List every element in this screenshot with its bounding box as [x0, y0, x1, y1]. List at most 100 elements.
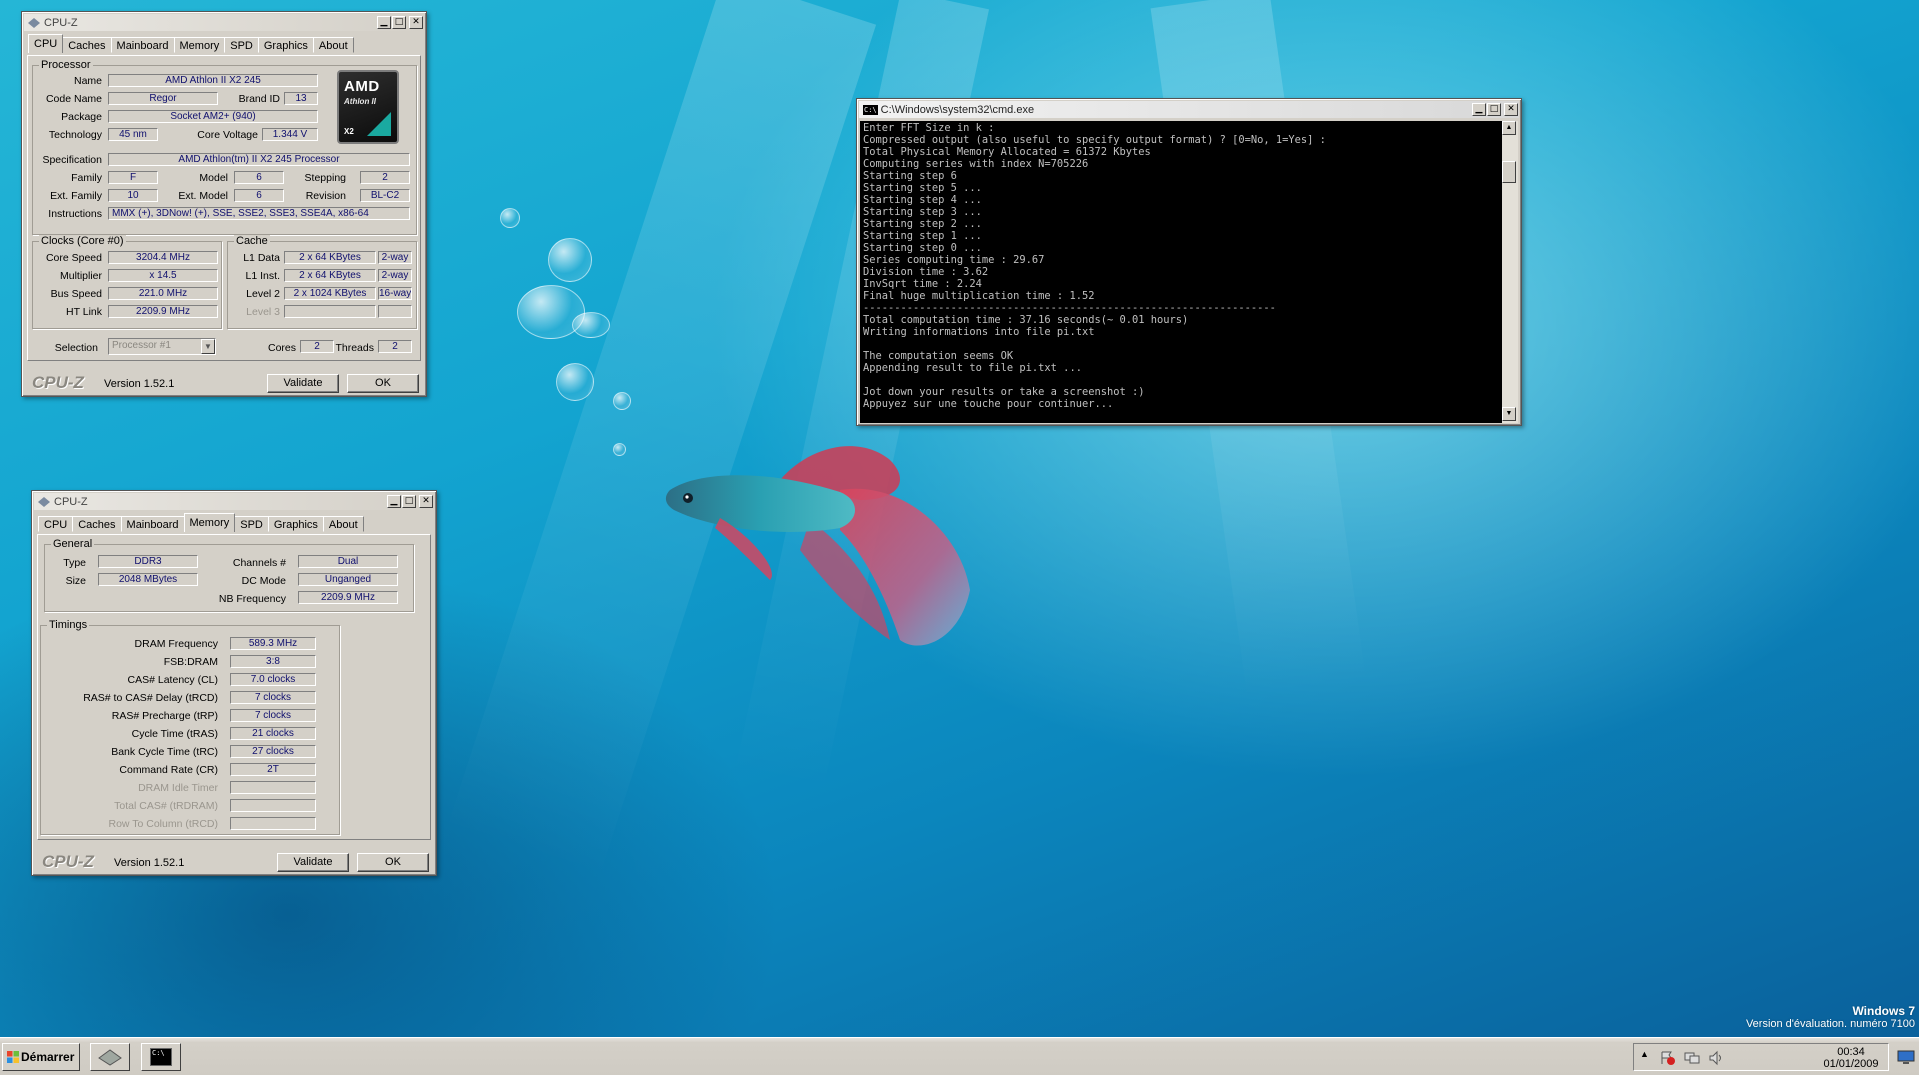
network-icon[interactable]: [1684, 1050, 1700, 1066]
tab-graphics[interactable]: Graphics: [267, 516, 324, 532]
instructions-value: MMX (+), 3DNow! (+), SSE, SSE2, SSE3, SS…: [108, 207, 410, 220]
timing-label: RAS# Precharge (tRP): [111, 710, 218, 722]
maximize-button[interactable]: □: [392, 16, 406, 29]
cmd-titlebar[interactable]: C:\ C:\Windows\system32\cmd.exe ▁ □ ✕: [859, 101, 1519, 118]
tab-cpu[interactable]: CPU: [28, 34, 64, 53]
brandid-value: 13: [284, 92, 318, 105]
validate-button[interactable]: Validate: [277, 853, 349, 872]
threads-value: 2: [378, 340, 412, 353]
label-brandid: Brand ID: [238, 93, 280, 105]
cpuz-brand-logo: CPU-Z: [42, 852, 94, 871]
amd-logo-text: AMD: [344, 78, 380, 95]
tab-about[interactable]: About: [312, 37, 354, 53]
label-nbfreq: NB Frequency: [218, 593, 286, 605]
family-value: F: [108, 171, 158, 184]
ok-button[interactable]: OK: [347, 374, 419, 393]
clock[interactable]: 00:34 01/01/2009: [1814, 1046, 1888, 1070]
show-desktop-corner[interactable]: [1897, 1044, 1915, 1070]
minimize-button[interactable]: ▁: [1472, 103, 1486, 116]
codename-value: Regor: [108, 92, 218, 105]
processor-select[interactable]: Processor #1 ▼: [108, 338, 216, 355]
cpuz-cpu-titlebar[interactable]: CPU-Z ▁ □ ✕: [24, 14, 424, 31]
l1d-way-value: 2-way: [378, 251, 412, 264]
ok-button[interactable]: OK: [357, 853, 429, 872]
spec-value: AMD Athlon(tm) II X2 245 Processor: [108, 153, 410, 166]
tab-memory[interactable]: Memory: [183, 513, 236, 532]
close-button[interactable]: ✕: [419, 495, 433, 508]
cpuz-cpu-window: CPU-Z ▁ □ ✕ CPU Caches Mainboard Memory …: [21, 11, 427, 397]
tab-caches[interactable]: Caches: [62, 37, 112, 53]
cpuz-memory-titlebar[interactable]: CPU-Z ▁ □ ✕: [34, 493, 434, 510]
timing-label: Bank Cycle Time (tRC): [111, 746, 218, 758]
scroll-thumb[interactable]: [1502, 161, 1516, 183]
taskbar-cmd-button[interactable]: C:\: [141, 1043, 181, 1071]
timing-label: FSB:DRAM: [163, 656, 218, 668]
window-title: CPU-Z: [44, 16, 78, 29]
volume-icon[interactable]: [1708, 1050, 1724, 1066]
cmd-taskbar-icon: C:\: [150, 1048, 172, 1066]
console-output[interactable]: Enter FFT Size in k : Compressed output (…: [860, 121, 1502, 423]
bubble: [572, 312, 610, 338]
label-voltage: Core Voltage: [197, 129, 258, 141]
tab-about[interactable]: About: [322, 516, 364, 532]
start-button[interactable]: Démarrer: [2, 1043, 80, 1071]
nbfreq-value: 2209.9 MHz: [298, 591, 398, 604]
timing-value: 27 clocks: [230, 745, 316, 758]
tab-graphics[interactable]: Graphics: [257, 37, 314, 53]
tab-cpu[interactable]: CPU: [38, 516, 74, 532]
monitor-icon: [1897, 1050, 1915, 1064]
timing-label: Command Rate (CR): [119, 764, 218, 776]
clock-time: 00:34: [1837, 1046, 1865, 1058]
bubble: [613, 443, 626, 456]
start-label: Démarrer: [21, 1050, 75, 1064]
maximize-button[interactable]: □: [1487, 103, 1501, 116]
window-title: CPU-Z: [54, 495, 88, 508]
x2-logo-text: X2: [344, 127, 354, 136]
tray-expand-icon[interactable]: ▲: [1640, 1049, 1649, 1059]
timing-value: 7 clocks: [230, 709, 316, 722]
taskbar-desktop-button[interactable]: [90, 1043, 130, 1071]
group-title: Clocks (Core #0): [39, 235, 126, 247]
timing-value: [230, 799, 316, 812]
maximize-button[interactable]: □: [402, 495, 416, 508]
bubble: [548, 238, 592, 282]
close-button[interactable]: ✕: [1504, 103, 1518, 116]
tab-mainboard[interactable]: Mainboard: [110, 37, 175, 53]
minimize-button[interactable]: ▁: [387, 495, 401, 508]
l2-value: 2 x 1024 KBytes: [284, 287, 376, 300]
validate-button[interactable]: Validate: [267, 374, 339, 393]
label-codename: Code Name: [45, 93, 102, 105]
label-type: Type: [63, 557, 86, 569]
chevron-down-icon[interactable]: ▼: [201, 339, 215, 354]
channels-value: Dual: [298, 555, 398, 568]
scroll-down-button[interactable]: ▼: [1502, 407, 1516, 421]
timing-label: DRAM Idle Timer: [138, 782, 218, 794]
tab-mainboard[interactable]: Mainboard: [120, 516, 185, 532]
console-line: Computing series with index N=705226: [863, 158, 1089, 170]
cmd-window: C:\ C:\Windows\system32\cmd.exe ▁ □ ✕ En…: [856, 98, 1522, 426]
tab-spd[interactable]: SPD: [234, 516, 269, 532]
bubble: [500, 208, 520, 228]
label-threads: Threads: [335, 342, 374, 354]
athlon-logo-text: Athlon II: [344, 97, 376, 106]
tab-memory[interactable]: Memory: [173, 37, 226, 53]
version-text: Version 1.52.1: [114, 857, 185, 869]
taskbar: Démarrer C:\ ▲ 00:34 01/01/2009: [0, 1037, 1919, 1075]
action-center-flag-icon[interactable]: [1660, 1050, 1676, 1066]
bubble: [556, 363, 594, 401]
windows-watermark: Windows 7 Version d'évaluation. numéro 7…: [1746, 1004, 1915, 1030]
stepping-value: 2: [360, 171, 410, 184]
system-tray: ▲ 00:34 01/01/2009: [1633, 1043, 1889, 1071]
group-title: General: [51, 538, 95, 550]
corespeed-value: 3204.4 MHz: [108, 251, 218, 264]
tab-spd[interactable]: SPD: [224, 37, 259, 53]
scroll-up-button[interactable]: ▲: [1502, 121, 1516, 135]
cmd-app-icon: C:\: [863, 104, 878, 115]
timing-label: Cycle Time (tRAS): [131, 728, 218, 740]
console-scrollbar[interactable]: ▲ ▼: [1502, 121, 1518, 423]
tab-caches[interactable]: Caches: [72, 516, 122, 532]
timing-value: 21 clocks: [230, 727, 316, 740]
close-button[interactable]: ✕: [409, 16, 423, 29]
timing-label: Row To Column (tRCD): [108, 818, 219, 830]
minimize-button[interactable]: ▁: [377, 16, 391, 29]
